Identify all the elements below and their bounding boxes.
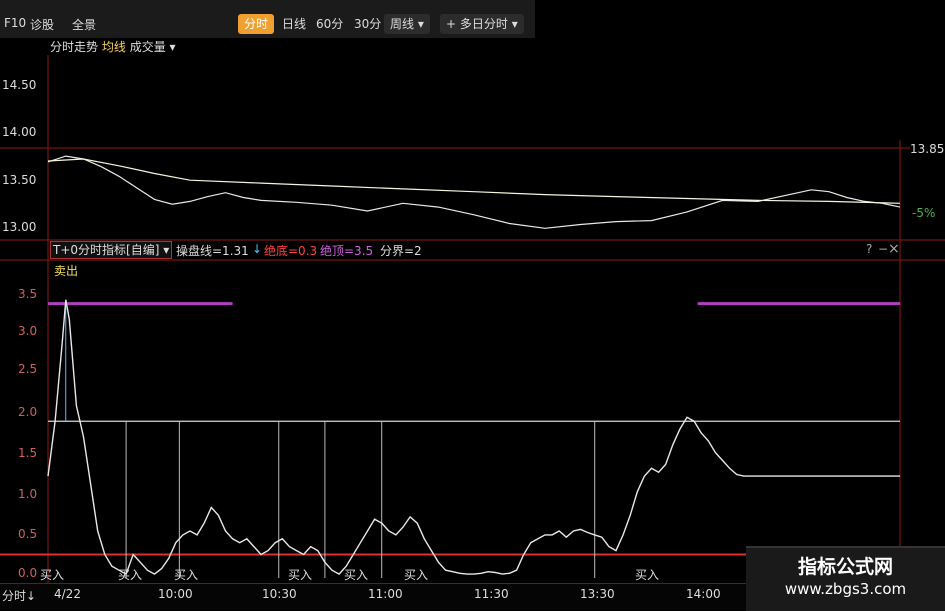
buy-signal-label: 买入 — [288, 568, 313, 582]
time-tick: 14:00 — [686, 587, 721, 601]
close-icon[interactable]: × — [888, 241, 900, 257]
chart-canvas — [0, 55, 945, 583]
minus-icon[interactable]: − — [878, 242, 888, 256]
buy-signal-label: 买入 — [174, 568, 199, 582]
abs-top-value: 绝顶=3.5 — [320, 244, 374, 258]
abs-bottom-value: 绝底=0.3 — [264, 244, 318, 258]
grid-lines — [0, 55, 945, 583]
indicator-tick-label: 2.5 — [18, 362, 38, 376]
sell-label: 卖出 — [54, 264, 79, 278]
indicator-tick-label: 1.0 — [18, 487, 38, 501]
right-pct-label: -5% — [912, 206, 936, 220]
operation-line — [47, 299, 900, 576]
date-label: 4/22 — [54, 587, 81, 601]
price-chart — [47, 155, 901, 229]
indicator-chart — [0, 299, 900, 578]
indicator-tick-label: 2.0 — [18, 405, 38, 419]
time-tick: 13:30 — [580, 587, 615, 601]
average-line — [47, 158, 901, 204]
chevron-down-icon: ▾ — [163, 243, 170, 257]
indicator-tick-label: 1.5 — [18, 446, 38, 460]
down-arrow-icon: ↓ — [252, 242, 263, 256]
time-tick: 10:00 — [158, 587, 193, 601]
buy-signal-label: 买入 — [40, 568, 65, 582]
buy-signal-label: 买入 — [344, 568, 369, 582]
time-tick: 11:30 — [474, 587, 509, 601]
buy-signal-label: 买入 — [635, 568, 660, 582]
price-tick-label: 14.50 — [2, 78, 37, 92]
indicator-header: T+0分时指标[自编] ▾ 操盘线=1.31 ↓ 绝底=0.3 绝顶=3.5 分… — [48, 241, 900, 260]
right-price-label: 13.85 — [910, 142, 945, 156]
buy-signal-label: 买入 — [118, 568, 143, 582]
operation-line-value: 操盘线=1.31 — [176, 244, 249, 258]
indicator-selector[interactable]: T+0分时指标[自编] ▾ — [50, 241, 173, 259]
price-tick-label: 13.50 — [2, 173, 37, 187]
intraday-mode-button[interactable]: 分时↓ — [2, 587, 36, 604]
boundary-value: 分界=2 — [380, 244, 422, 258]
price-tick-label: 13.00 — [2, 220, 37, 234]
watermark-url: www.zbgs3.com — [784, 580, 907, 598]
down-arrow-icon: ↓ — [26, 589, 37, 603]
watermark-title: 指标公式网 — [797, 556, 893, 578]
indicator-name: T+0分时指标[自编] — [53, 243, 160, 257]
indicator-tick-label: 0.5 — [18, 527, 38, 541]
buy-signal-label: 买入 — [404, 568, 429, 582]
time-tick: 11:00 — [368, 587, 403, 601]
help-icon[interactable]: ? — [866, 242, 872, 256]
watermark: 指标公式网 www.zbgs3.com — [746, 546, 945, 611]
time-tick: 10:30 — [262, 587, 297, 601]
indicator-tick-label: 3.5 — [18, 287, 38, 301]
indicator-tick-label: 0.0 — [18, 566, 38, 580]
price-tick-label: 14.00 — [2, 125, 37, 139]
intraday-mode-label: 分时 — [2, 589, 27, 603]
indicator-tick-label: 3.0 — [18, 324, 38, 338]
